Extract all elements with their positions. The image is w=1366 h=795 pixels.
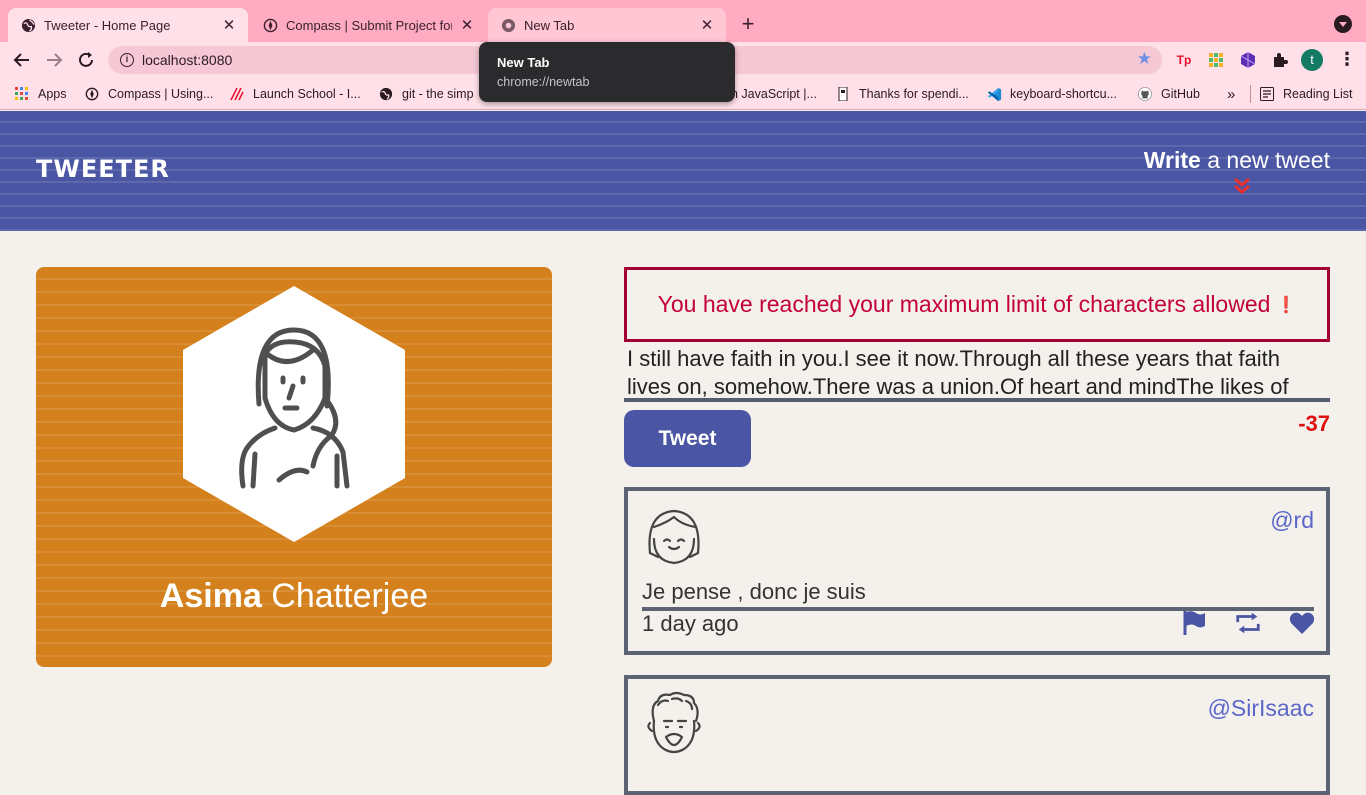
user-profile-card: Asima Chatterjee [36, 267, 552, 667]
tab-title: Tweeter - Home Page [44, 17, 171, 33]
write-label: Write [1143, 147, 1201, 173]
tooltip-url: chrome://newtab [497, 75, 590, 89]
forward-arrow-icon[interactable] [42, 48, 66, 72]
user-full-name: Asima Chatterjee [36, 577, 552, 616]
tooltip-title: New Tab [497, 55, 550, 70]
exclamation-icon: ❗ [1276, 296, 1297, 314]
bookmark-label: keyboard-shortcu... [1010, 87, 1117, 101]
bookmark-label: Thanks for spendi... [859, 87, 969, 101]
back-arrow-icon[interactable] [10, 48, 34, 72]
chrome-icon [500, 17, 516, 33]
page-header: TWEETER Write a new tweet [0, 111, 1366, 231]
tab-compass[interactable]: Compass | Submit Project for E ✕ [250, 8, 486, 42]
tweet-actions [1154, 609, 1316, 637]
menu-kebab-icon[interactable]: ⋮ [1338, 50, 1356, 70]
bookmark-thanks[interactable]: Thanks for spendi... [835, 85, 969, 103]
error-message: You have reached your maximum limit of c… [657, 291, 1271, 317]
globe-icon [378, 86, 394, 102]
tweet-handle[interactable]: @SirIsaac [1208, 695, 1314, 722]
bookmark-star-icon[interactable]: ★ [1137, 49, 1152, 69]
bookmark-keyboard-shortcuts[interactable]: keyboard-shortcu... [986, 85, 1117, 103]
info-icon[interactable]: i [120, 53, 134, 67]
tweet-avatar [647, 691, 701, 754]
character-counter: -37 [1298, 411, 1330, 436]
tab-title: New Tab [524, 17, 575, 33]
bookmark-label: Apps [38, 87, 67, 101]
bookmark-label: Launch School - I... [253, 87, 361, 101]
close-icon[interactable]: ✕ [220, 16, 238, 34]
bookmark-github[interactable]: GitHub [1137, 85, 1200, 103]
new-tab-button[interactable]: + [736, 13, 760, 37]
grid-extension-icon[interactable] [1206, 50, 1226, 70]
tweet-avatar [648, 509, 700, 565]
user-avatar [183, 286, 405, 542]
launch-school-icon [229, 86, 245, 102]
bookmark-compass[interactable]: Compass | Using... [84, 85, 213, 103]
tweet-button[interactable]: Tweet [624, 410, 751, 467]
close-icon[interactable]: ✕ [698, 16, 716, 34]
reading-list-button[interactable]: Reading List [1250, 85, 1353, 103]
address-url: localhost:8080 [142, 52, 233, 68]
tab-tweeter-home[interactable]: Tweeter - Home Page ✕ [8, 8, 248, 42]
error-message-box: You have reached your maximum limit of c… [624, 267, 1330, 342]
close-icon[interactable]: ✕ [458, 16, 476, 34]
user-last-name: Chatterjee [261, 577, 429, 615]
tab-hover-tooltip: New Tab chrome://newtab [479, 42, 735, 102]
tweet-timestamp: 1 day ago [642, 611, 739, 636]
reading-list-label: Reading List [1283, 87, 1353, 101]
bookmark-label: Compass | Using... [108, 87, 214, 101]
bookmark-javascript[interactable]: h JavaScript |... [731, 85, 817, 103]
compass-icon [262, 17, 278, 33]
bookmark-label: git - the simp [402, 87, 474, 101]
tweet-content: Je pense , donc je suis [642, 579, 1314, 611]
flag-icon[interactable] [1180, 609, 1208, 637]
bookmarks-overflow-button[interactable]: » [1227, 85, 1235, 103]
bookmark-icon [835, 86, 851, 102]
bookmark-label: h JavaScript |... [731, 87, 817, 101]
puzzle-extensions-icon[interactable] [1270, 50, 1290, 70]
write-new-tweet-link[interactable]: Write a new tweet [1144, 147, 1330, 174]
profile-avatar[interactable]: t [1301, 49, 1323, 71]
globe-icon [20, 17, 36, 33]
tab-strip: Tweeter - Home Page ✕ Compass | Submit P… [0, 0, 1366, 42]
brand-logo[interactable]: TWEETER [36, 155, 170, 183]
tweet-textarea[interactable]: I still have faith in you.I see it now.T… [624, 344, 1330, 402]
tab-search-button[interactable] [1334, 15, 1352, 33]
bookmark-label: GitHub [1161, 87, 1200, 101]
heart-icon[interactable] [1288, 609, 1316, 637]
tweet-article: @rd Je pense , donc je suis 1 day ago [624, 487, 1330, 655]
bookmark-apps[interactable]: Apps [14, 85, 67, 103]
cube-extension-icon[interactable] [1238, 50, 1258, 70]
retweet-icon[interactable] [1234, 609, 1262, 637]
reload-icon[interactable] [74, 48, 98, 72]
user-first-name: Asima [159, 577, 262, 615]
tab-title: Compass | Submit Project for E [286, 17, 452, 33]
reading-list-icon [1259, 86, 1275, 102]
write-rest-label: a new tweet [1200, 147, 1330, 173]
bookmark-launch-school[interactable]: Launch School - I... [229, 85, 361, 103]
tp-extension-icon[interactable]: Tp [1174, 50, 1194, 70]
tweet-handle[interactable]: @rd [1270, 507, 1314, 534]
bookmark-git[interactable]: git - the simp [378, 85, 474, 103]
double-chevron-down-icon[interactable] [1232, 176, 1252, 196]
vscode-icon [986, 86, 1002, 102]
tweet-article: @SirIsaac [624, 675, 1330, 795]
github-icon [1137, 86, 1153, 102]
apps-grid-icon [14, 86, 30, 102]
tab-new-tab[interactable]: New Tab ✕ [488, 8, 726, 42]
compass-icon [84, 86, 100, 102]
